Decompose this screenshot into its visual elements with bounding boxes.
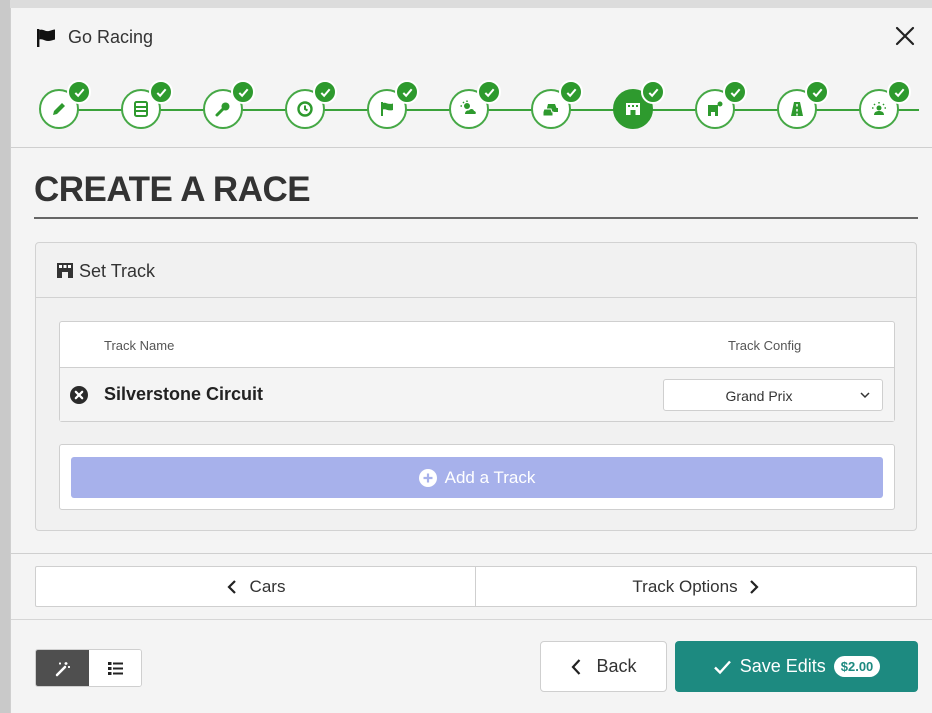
track-config-select[interactable]: Grand Prix (663, 379, 883, 411)
server-list-icon (134, 101, 148, 117)
step-server[interactable] (121, 80, 173, 129)
step-track[interactable] (613, 80, 665, 129)
check-icon (723, 80, 747, 104)
go-racing-dialog: Go Racing CREATE A RACE Set Track Track … (10, 8, 932, 713)
price-badge: $2.00 (833, 656, 881, 677)
step-participants[interactable] (859, 80, 911, 129)
check-icon (231, 80, 255, 104)
check-icon (805, 80, 829, 104)
step-access[interactable] (203, 80, 255, 129)
list-icon (107, 661, 123, 675)
magic-wand-icon (55, 661, 70, 676)
step-navigation: Cars Track Options (35, 566, 917, 607)
check-icon (395, 80, 419, 104)
footer-divider (11, 619, 932, 620)
check-icon (67, 80, 91, 104)
participants-icon (872, 102, 886, 115)
check-icon (641, 80, 665, 104)
dialog-titlebar: Go Racing (11, 8, 932, 70)
column-header-track-config: Track Config (728, 338, 802, 353)
dialog-title: Go Racing (68, 27, 154, 47)
view-mode-toggle (35, 649, 142, 687)
clock-icon (297, 101, 313, 117)
save-label: Save Edits (739, 656, 826, 676)
track-table: Track Name Track Config Silverstone Circ… (59, 321, 895, 422)
chevron-right-icon (749, 579, 759, 594)
track-icon (626, 103, 640, 115)
wizard-view-button[interactable] (36, 650, 89, 686)
check-icon (149, 80, 173, 104)
panel-title: Set Track (79, 261, 156, 281)
flag-icon (381, 102, 393, 116)
plus-circle-icon (418, 468, 437, 487)
chevron-left-icon (571, 658, 581, 675)
next-step-button[interactable]: Track Options (476, 567, 916, 606)
chevron-down-icon (860, 392, 870, 399)
table-row: Silverstone Circuit Grand Prix (60, 368, 894, 421)
key-icon (215, 102, 230, 117)
track-settings-icon (708, 101, 723, 116)
next-step-label: Track Options (632, 576, 738, 596)
chevron-left-icon (226, 579, 236, 594)
step-weather[interactable] (449, 80, 501, 129)
check-icon (313, 80, 337, 104)
track-icon (57, 263, 73, 278)
save-edits-button[interactable]: Save Edits $2.00 (675, 641, 918, 692)
column-header-track-name: Track Name (104, 338, 175, 353)
pencil-icon (53, 103, 65, 115)
road-icon (791, 102, 803, 116)
back-label: Back (596, 656, 637, 676)
check-icon (887, 80, 911, 104)
prev-step-label: Cars (249, 576, 286, 596)
step-track-options[interactable] (695, 80, 747, 129)
check-icon (559, 80, 583, 104)
step-time[interactable] (285, 80, 337, 129)
cars-icon (542, 104, 558, 117)
add-track-label: Add a Track (444, 467, 536, 487)
step-cars[interactable] (531, 80, 583, 129)
prev-step-button[interactable]: Cars (36, 567, 476, 606)
check-icon (713, 660, 731, 674)
add-track-container: Add a Track (59, 444, 895, 510)
step-road[interactable] (777, 80, 829, 129)
step-race[interactable] (367, 80, 419, 129)
back-button[interactable]: Back (540, 641, 667, 692)
step-details[interactable] (39, 80, 91, 129)
flag-icon (37, 29, 55, 47)
wizard-stepper (11, 70, 932, 148)
title-divider (34, 217, 918, 219)
list-view-button[interactable] (89, 650, 141, 686)
panel-header: Set Track (36, 243, 916, 298)
check-icon (477, 80, 501, 104)
window-edge (0, 0, 10, 713)
page-title: CREATE A RACE (34, 170, 311, 209)
set-track-panel: Set Track Track Name Track Config Silver… (35, 242, 917, 531)
weather-icon (460, 100, 476, 114)
add-track-button[interactable]: Add a Track (71, 457, 883, 498)
track-config-value: Grand Prix (725, 388, 793, 404)
track-name: Silverstone Circuit (104, 384, 264, 404)
remove-icon[interactable] (70, 386, 88, 404)
section-divider (11, 553, 932, 554)
close-icon[interactable] (891, 22, 919, 50)
